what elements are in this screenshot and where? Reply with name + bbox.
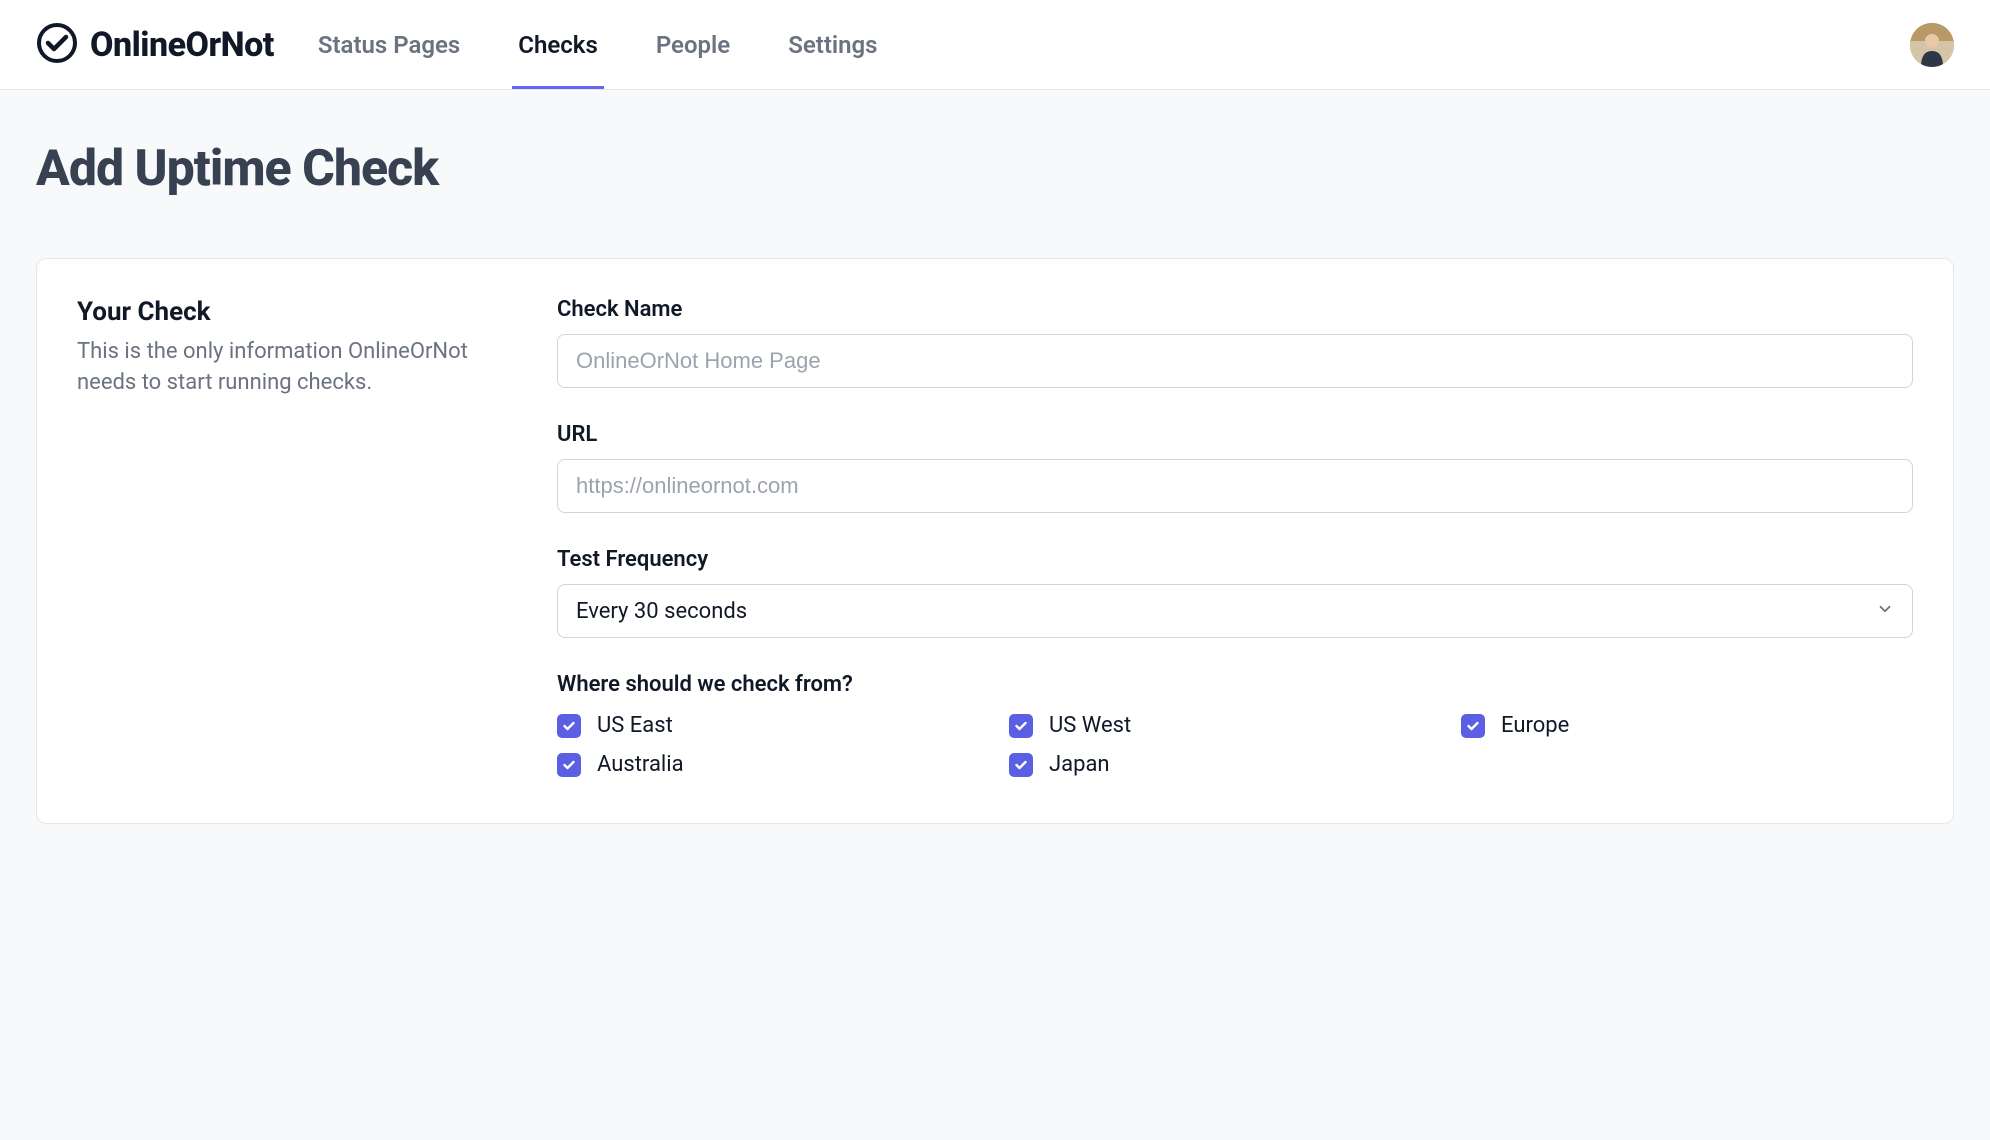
location-label: US East (597, 713, 673, 738)
checkbox-us-east[interactable] (557, 714, 581, 738)
frequency-selected-value: Every 30 seconds (576, 599, 747, 624)
location-label: Europe (1501, 713, 1569, 738)
checkbox-us-west[interactable] (1009, 714, 1033, 738)
nav-settings[interactable]: Settings (788, 1, 877, 89)
checkbox-europe[interactable] (1461, 714, 1485, 738)
check-name-label: Check Name (557, 297, 1913, 322)
nav-status-pages[interactable]: Status Pages (318, 1, 460, 89)
logo-checkmark-icon (36, 22, 78, 68)
top-navigation: OnlineOrNot Status Pages Checks People S… (0, 0, 1990, 90)
check-name-group: Check Name (557, 297, 1913, 388)
form-card: Your Check This is the only information … (36, 258, 1954, 824)
page-container: Add Uptime Check Your Check This is the … (0, 90, 1990, 864)
section-info: Your Check This is the only information … (77, 297, 497, 777)
location-us-east: US East (557, 713, 1009, 738)
url-label: URL (557, 422, 1913, 447)
frequency-label: Test Frequency (557, 547, 1913, 572)
user-avatar[interactable] (1910, 23, 1954, 67)
location-us-west: US West (1009, 713, 1461, 738)
location-europe: Europe (1461, 713, 1913, 738)
location-label: US West (1049, 713, 1131, 738)
page-title: Add Uptime Check (36, 140, 1954, 198)
brand-name: OnlineOrNot (90, 25, 274, 65)
frequency-select[interactable]: Every 30 seconds (557, 584, 1913, 638)
section-title: Your Check (77, 297, 497, 327)
checkbox-japan[interactable] (1009, 753, 1033, 777)
locations-grid: US East US West Europe (557, 713, 1913, 777)
locations-label: Where should we check from? (557, 672, 1913, 697)
nav-people[interactable]: People (656, 1, 730, 89)
main-nav: Status Pages Checks People Settings (318, 1, 878, 89)
checkbox-australia[interactable] (557, 753, 581, 777)
location-australia: Australia (557, 752, 1009, 777)
frequency-group: Test Frequency Every 30 seconds (557, 547, 1913, 638)
location-label: Australia (597, 752, 684, 777)
section-description: This is the only information OnlineOrNot… (77, 337, 497, 399)
form-fields: Check Name URL Test Frequency Every 30 s… (557, 297, 1913, 777)
check-name-input[interactable] (557, 334, 1913, 388)
chevron-down-icon (1876, 599, 1894, 624)
url-input[interactable] (557, 459, 1913, 513)
brand[interactable]: OnlineOrNot (36, 22, 274, 68)
locations-group: Where should we check from? US East US W… (557, 672, 1913, 777)
url-group: URL (557, 422, 1913, 513)
nav-checks[interactable]: Checks (518, 1, 598, 89)
location-label: Japan (1049, 752, 1110, 777)
location-japan: Japan (1009, 752, 1461, 777)
